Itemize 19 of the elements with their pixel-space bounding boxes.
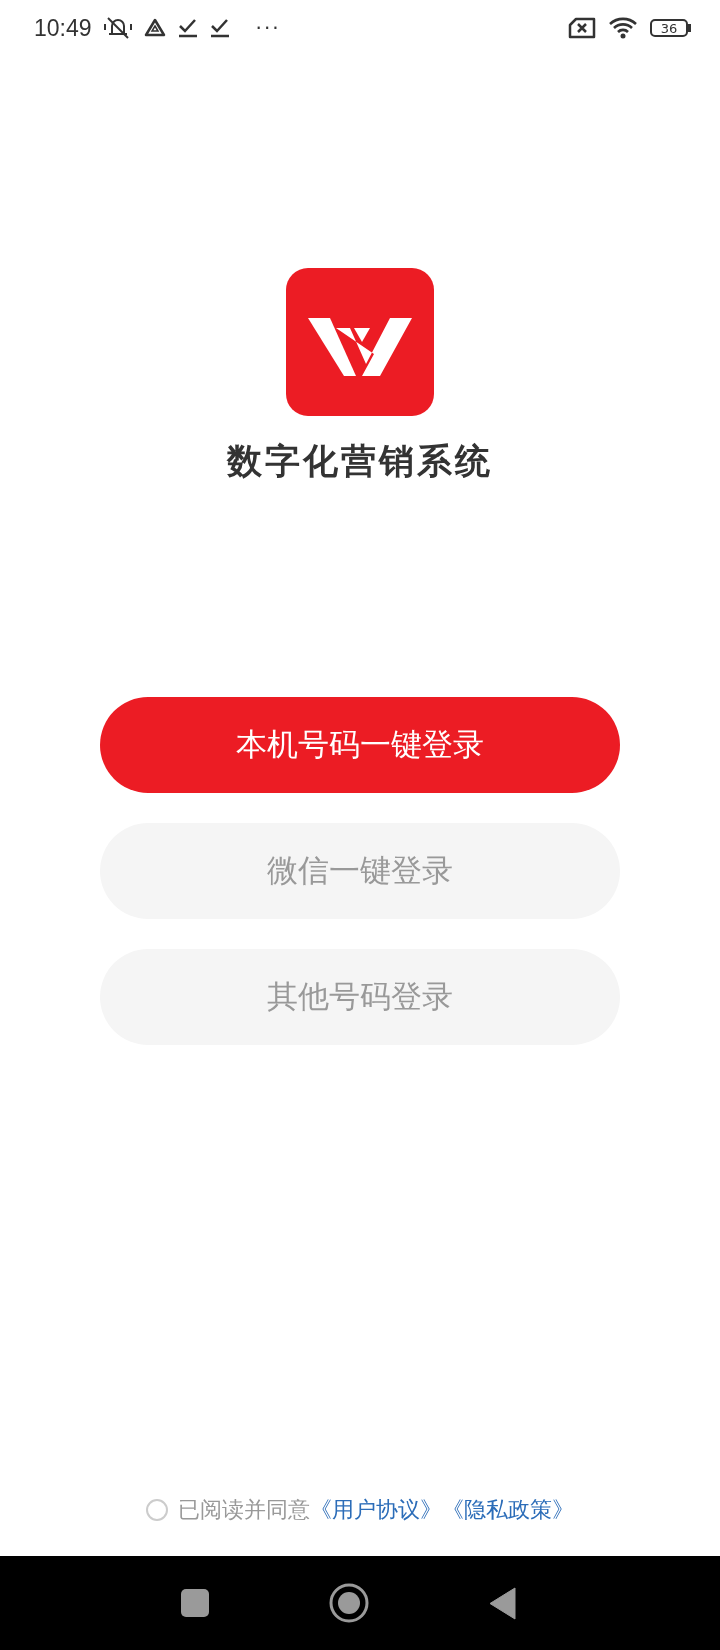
login-button[interactable]: 其他号码登录 [100, 949, 620, 1045]
clock: 10:49 [34, 14, 92, 42]
home-icon[interactable] [329, 1583, 369, 1623]
more-notifications: ··· [255, 16, 281, 40]
agree-checkbox[interactable] [146, 1499, 168, 1521]
no-sim-icon [568, 17, 596, 39]
agreement-text: 已阅读并同意 [178, 1496, 310, 1524]
back-icon[interactable] [489, 1586, 516, 1620]
wifi-icon [608, 16, 638, 40]
login-button[interactable]: 微信一键登录 [100, 823, 620, 919]
login-button[interactable]: 本机号码一键登录 [100, 697, 620, 793]
triangle-icon [143, 18, 166, 38]
download-done-icon [177, 18, 198, 38]
recents-icon[interactable] [181, 1589, 209, 1617]
muted-bell-icon [103, 15, 132, 41]
policy-link[interactable]: 《用户协议》 [310, 1495, 442, 1525]
app-name: 数字化营销系统 [227, 440, 493, 483]
download-done-icon [209, 18, 230, 38]
policy-link[interactable]: 《隐私政策》 [442, 1495, 574, 1525]
